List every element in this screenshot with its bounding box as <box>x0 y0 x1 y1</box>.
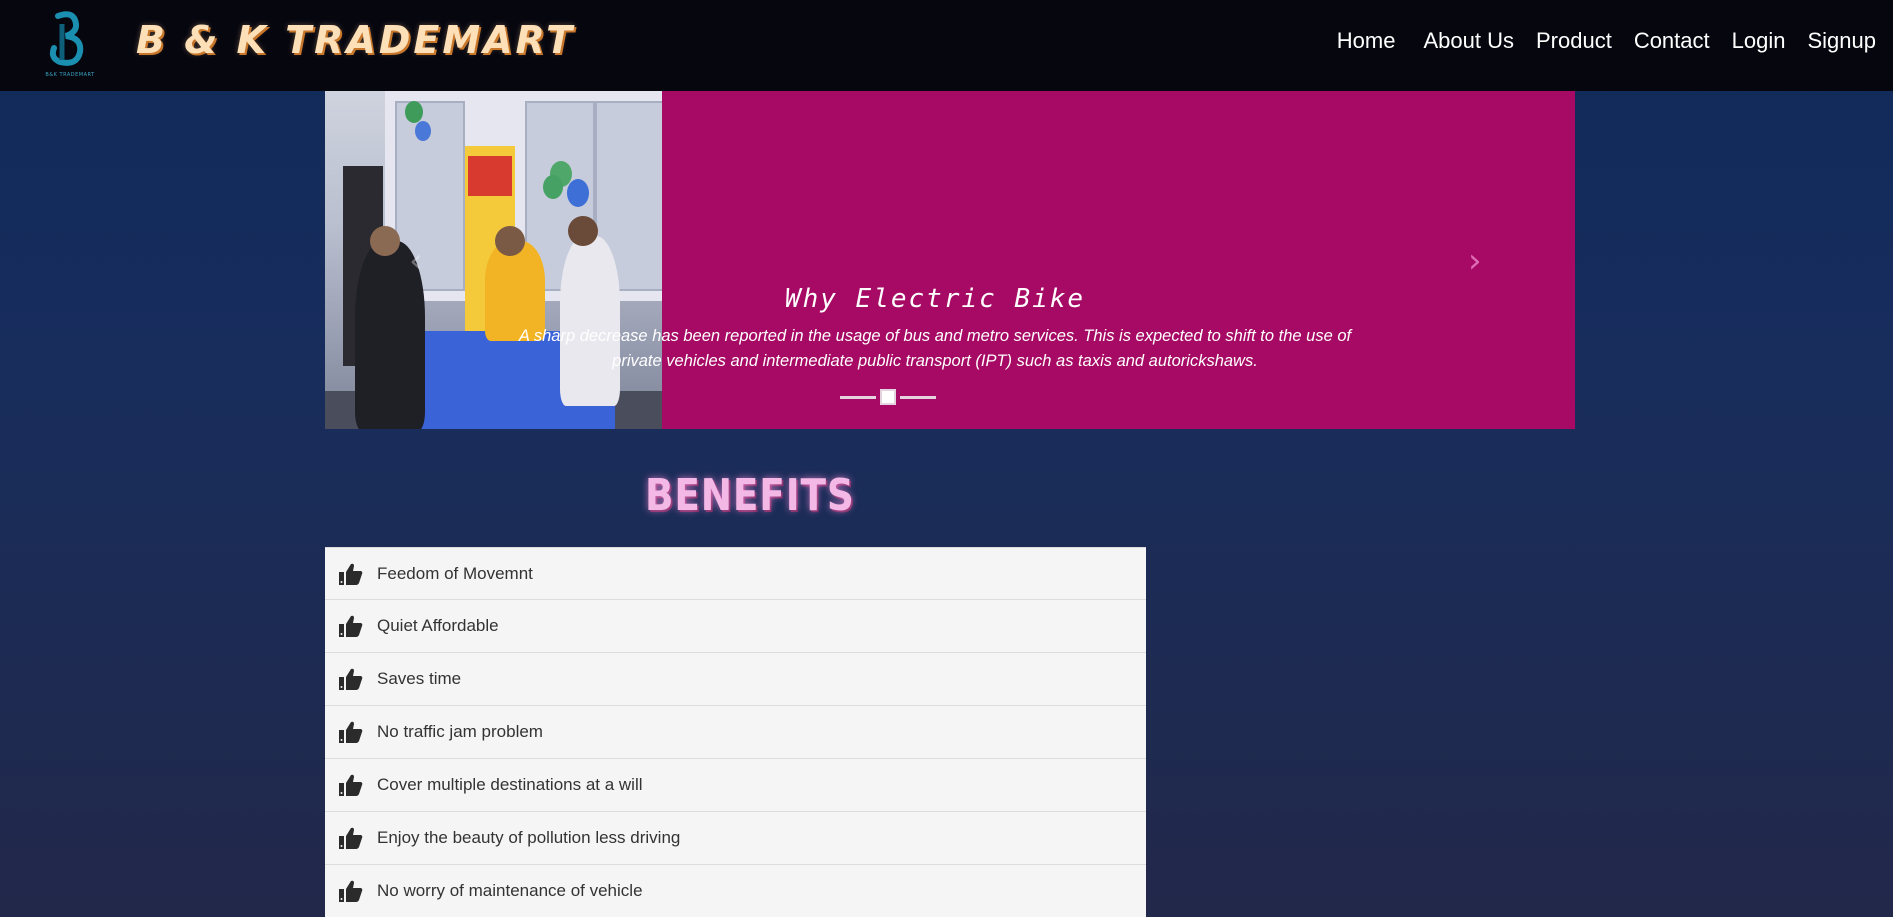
benefit-text: Enjoy the beauty of pollution less drivi… <box>377 828 681 847</box>
benefits-list: Feedom of Movemnt Quiet Affordable Saves… <box>325 547 1146 917</box>
list-item: Quiet Affordable <box>325 600 1146 653</box>
list-item: Saves time <box>325 653 1146 706</box>
nav-product[interactable]: Product <box>1536 28 1612 54</box>
benefit-text: Saves time <box>377 669 462 688</box>
brand-logo[interactable]: B&K TRADEMART <box>44 10 96 78</box>
list-item: No worry of maintenance of vehicle <box>325 865 1146 917</box>
thumbs-up-icon <box>339 615 363 637</box>
chevron-left-icon: ‹ <box>409 241 423 281</box>
chevron-right-icon: › <box>1468 241 1482 281</box>
carousel-prev-button[interactable]: ‹ <box>409 241 423 281</box>
list-item: Enjoy the beauty of pollution less drivi… <box>325 812 1146 865</box>
nav-home[interactable]: Home <box>1337 28 1396 54</box>
carousel-photo <box>325 91 662 429</box>
thumbs-up-icon <box>339 563 363 585</box>
benefit-text: No worry of maintenance of vehicle <box>377 881 643 900</box>
nav-about-us[interactable]: About Us <box>1423 28 1514 54</box>
benefits-heading: BENEFITS <box>645 470 855 521</box>
benefit-text: Feedom of Movemnt <box>377 563 533 583</box>
carousel-indicator-3[interactable] <box>900 395 936 399</box>
thumbs-up-icon <box>339 880 363 902</box>
navbar: B&K TRADEMART B & K TRADEMART Home About… <box>0 0 1893 91</box>
benefit-text: Quiet Affordable <box>377 616 499 635</box>
carousel-indicators <box>840 389 936 405</box>
hero-carousel: ‹ › Why Electric Bike A sharp decrease h… <box>325 91 1575 429</box>
carousel-text: A sharp decrease has been reported in th… <box>518 327 1352 370</box>
benefit-text: Cover multiple destinations at a will <box>377 775 643 794</box>
carousel-next-button[interactable]: › <box>1468 241 1482 281</box>
nav-links: Home About Us Product Contact Login Sign… <box>1315 28 1876 54</box>
brand-name[interactable]: B & K TRADEMART <box>136 18 575 62</box>
nav-signup[interactable]: Signup <box>1807 28 1876 54</box>
thumbs-up-icon <box>339 774 363 796</box>
carousel-indicator-1[interactable] <box>840 395 876 399</box>
nav-login[interactable]: Login <box>1732 28 1786 54</box>
nav-contact[interactable]: Contact <box>1634 28 1710 54</box>
list-item: Cover multiple destinations at a will <box>325 759 1146 812</box>
logo-b-icon <box>49 11 84 66</box>
thumbs-up-icon <box>339 827 363 849</box>
thumbs-up-icon <box>339 721 363 743</box>
carousel-caption: Why Electric Bike A sharp decrease has b… <box>495 284 1375 374</box>
carousel-indicator-2-active[interactable] <box>880 389 896 405</box>
thumbs-up-icon <box>339 668 363 690</box>
list-item: Feedom of Movemnt <box>325 547 1146 600</box>
carousel-title: Why Electric Bike <box>784 284 1086 314</box>
logo-tagline: B&K TRADEMART <box>45 72 95 78</box>
benefit-text: No traffic jam problem <box>377 722 543 741</box>
list-item: No traffic jam problem <box>325 706 1146 759</box>
